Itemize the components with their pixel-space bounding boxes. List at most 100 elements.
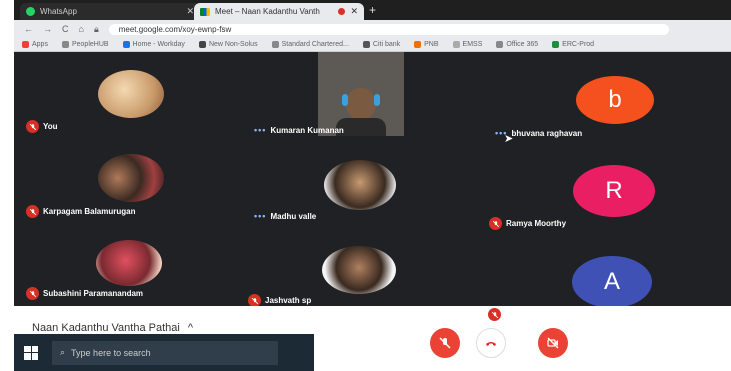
participant-label: Subashini Paramanandam xyxy=(26,287,143,300)
lock-icon: 🔒︎ xyxy=(93,23,99,34)
participant-label: You xyxy=(26,120,58,133)
participant-photo xyxy=(324,160,396,210)
home-icon[interactable]: ⌂ xyxy=(79,24,84,34)
bookmark-label: EMSS xyxy=(462,41,483,48)
person-face xyxy=(346,88,376,120)
participant-label: Karpagam Balamurugan xyxy=(26,205,135,218)
mic-off-icon xyxy=(26,120,39,133)
page-icon xyxy=(198,41,206,48)
participant-label: ••• Madhu valle xyxy=(254,211,316,221)
meeting-title: Naan Kadanthu Vantha Pathai xyxy=(32,322,180,334)
back-icon[interactable]: ← xyxy=(24,24,33,34)
mic-off-icon xyxy=(439,337,451,349)
participant-photo xyxy=(96,240,162,286)
bookmark-label: Standard Chartered... xyxy=(281,41,349,48)
bookmark-label: ERC-Prod xyxy=(562,41,595,48)
close-icon[interactable]: ✕ xyxy=(350,6,358,17)
erc-icon xyxy=(552,41,560,48)
mic-off-icon xyxy=(26,287,39,300)
participant-name: Karpagam Balamurugan xyxy=(43,207,136,216)
recording-icon xyxy=(338,8,346,15)
tab-whatsapp[interactable]: WhatsApp ✕ xyxy=(20,3,200,20)
cursor-icon: ➤ xyxy=(504,133,514,145)
tab-bar: WhatsApp ✕ Meet – Naan Kadanthu Vanth ✕ … xyxy=(14,0,731,20)
bookmark-item[interactable]: PeopleHUB xyxy=(61,41,109,48)
bookmark-label: PNB xyxy=(424,41,439,48)
reload-icon[interactable]: C xyxy=(62,24,69,34)
bookmarks-bar: Apps PeopleHUB Home - Workday New Non-So… xyxy=(14,38,731,52)
bookmark-item[interactable]: Standard Chartered... xyxy=(271,41,349,48)
forward-icon[interactable]: → xyxy=(43,24,52,34)
whatsapp-icon xyxy=(26,7,35,16)
speaking-indicator-icon: ••• xyxy=(254,125,267,135)
bookmark-label: Apps xyxy=(32,41,48,48)
bookmark-label: Home - Workday xyxy=(132,41,185,48)
camera-off-icon xyxy=(547,337,559,349)
tab-meet[interactable]: Meet – Naan Kadanthu Vanth ✕ xyxy=(194,3,364,20)
emss-icon xyxy=(452,41,460,48)
participant-name: Subashini Paramanandam xyxy=(43,289,144,298)
pnb-icon xyxy=(414,41,422,48)
bookmark-item[interactable]: ERC-Prod xyxy=(552,41,594,48)
headphones-icon xyxy=(374,94,380,106)
microphone-toggle-button[interactable] xyxy=(430,328,460,358)
participant-name: Jashvath sp xyxy=(265,296,312,305)
windows-taskbar: ⌕ Type here to search xyxy=(14,334,314,371)
url-field[interactable]: meet.google.com/xoy-ewnp-fsw xyxy=(108,23,669,35)
participant-name: Kumaran Kumanan xyxy=(270,125,344,135)
participant-name: 18-UEL-062 ABHINAV S S xyxy=(505,310,602,319)
new-tab-button[interactable]: + xyxy=(369,3,376,17)
participant-name: Madhu valle xyxy=(270,211,317,221)
bookmark-item[interactable]: Home - Workday xyxy=(122,41,185,48)
participant-label: 18-UEL-062 ABHINAV S S xyxy=(488,308,601,321)
participant-avatar: b xyxy=(576,76,654,124)
globe-icon xyxy=(61,41,69,48)
participant-photo xyxy=(98,154,164,202)
speaking-indicator-icon: ••• xyxy=(254,211,267,221)
search-icon: ⌕ xyxy=(60,347,66,357)
mic-off-icon xyxy=(488,308,501,321)
participant-photo xyxy=(98,70,164,118)
chevron-up-icon: ^ xyxy=(187,322,193,334)
mic-off-icon xyxy=(489,217,502,230)
bookmark-label: Office 365 xyxy=(506,41,539,48)
participant-label: Ramya Moorthy xyxy=(489,217,566,230)
citi-icon xyxy=(362,41,370,48)
meet-icon xyxy=(200,7,210,16)
bookmark-label: PeopleHUB xyxy=(71,41,109,48)
tab-label: Meet – Naan Kadanthu Vanth xyxy=(215,7,320,16)
participant-name: bhuvana raghavan xyxy=(511,128,583,138)
globe-icon xyxy=(271,41,279,48)
bookmark-item[interactable]: Office 365 xyxy=(496,41,538,48)
participant-video xyxy=(318,52,404,136)
search-placeholder: Type here to search xyxy=(71,347,151,358)
bookmark-label: New Non-Solus xyxy=(208,41,258,48)
headphones-icon xyxy=(342,94,348,106)
participant-avatar: R xyxy=(573,165,655,217)
participant-label: ••• Kumaran Kumanan xyxy=(254,125,344,135)
leave-call-button[interactable] xyxy=(476,328,506,358)
apps-icon xyxy=(22,41,29,48)
globe-icon xyxy=(496,41,504,48)
participant-name: Ramya Moorthy xyxy=(506,219,567,228)
bookmark-label: Citi bank xyxy=(372,41,401,48)
bookmark-item[interactable]: EMSS xyxy=(452,41,483,48)
tab-label: WhatsApp xyxy=(40,7,77,16)
address-bar-row: ← → C ⌂ 🔒︎ meet.google.com/xoy-ewnp-fsw xyxy=(14,20,731,38)
participant-avatar: A xyxy=(572,256,652,308)
windows-start-icon[interactable] xyxy=(24,345,38,360)
meeting-details-button[interactable]: Naan Kadanthu Vantha Pathai ^ xyxy=(32,322,193,334)
participant-name: You xyxy=(43,122,58,131)
screen: WhatsApp ✕ Meet – Naan Kadanthu Vanth ✕ … xyxy=(14,0,731,371)
bookmark-item[interactable]: New Non-Solus xyxy=(198,41,258,48)
bookmark-item[interactable]: PNB xyxy=(414,41,439,48)
bookmark-item[interactable]: Citi bank xyxy=(362,41,401,48)
mic-off-icon xyxy=(26,205,39,218)
taskbar-search[interactable]: ⌕ Type here to search xyxy=(52,340,278,365)
participant-photo xyxy=(322,246,396,294)
camera-toggle-button[interactable] xyxy=(538,328,568,358)
workday-icon xyxy=(122,41,130,48)
hang-up-icon xyxy=(486,342,496,346)
close-icon[interactable]: ✕ xyxy=(186,6,194,17)
bookmark-item[interactable]: Apps xyxy=(22,41,48,48)
